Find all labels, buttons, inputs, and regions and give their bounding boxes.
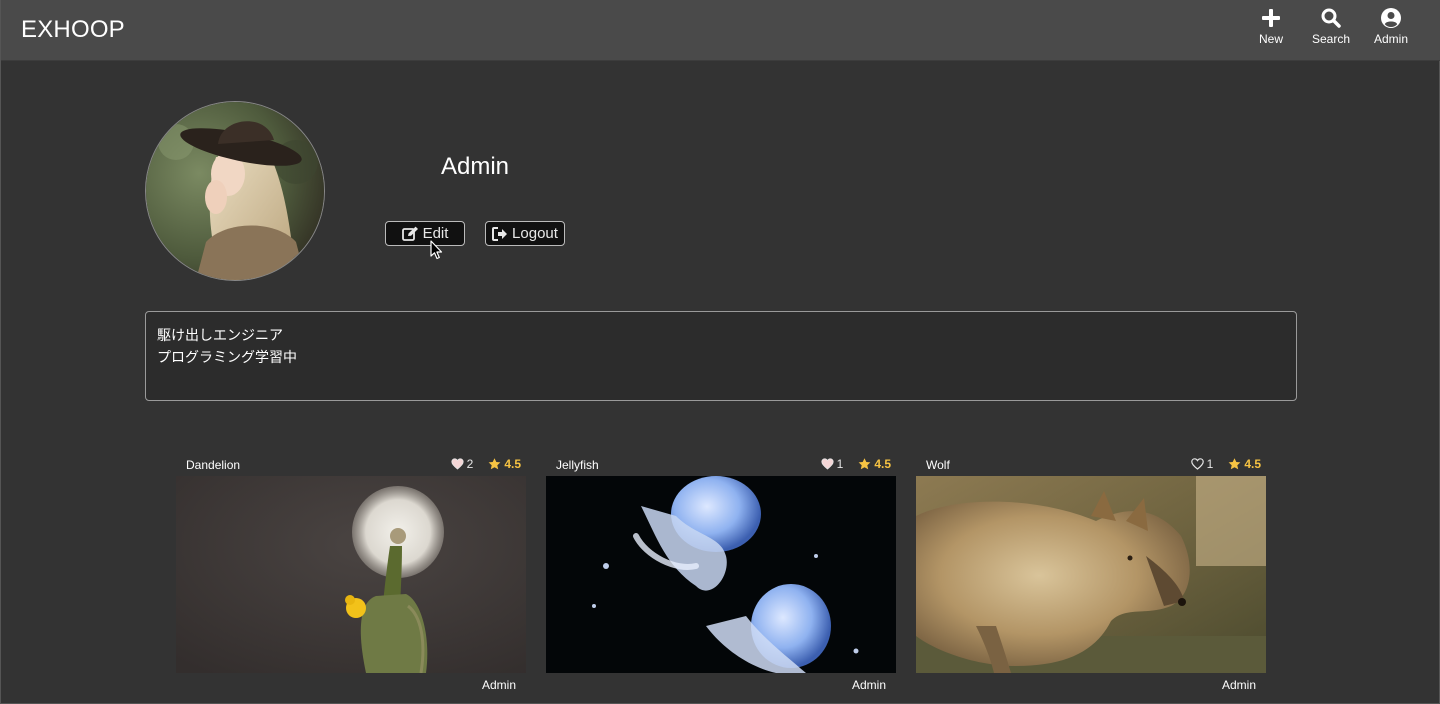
logout-button-label: Logout [512, 225, 558, 242]
post-title[interactable]: Dandelion [186, 458, 240, 472]
post-title[interactable]: Wolf [926, 458, 950, 472]
bio-line: 駆け出しエンジニア [157, 327, 283, 343]
logout-button[interactable]: Logout [485, 221, 565, 246]
plus-icon [1262, 9, 1280, 27]
edit-profile-button[interactable]: Edit [385, 221, 465, 246]
mouse-cursor-icon [430, 240, 443, 260]
nav-new-label: New [1258, 32, 1283, 46]
brand-logo[interactable]: EXHOOP [21, 16, 125, 44]
avatar-image [146, 102, 324, 280]
logout-icon [492, 226, 508, 241]
post-image[interactable] [916, 476, 1266, 673]
search-icon [1321, 8, 1341, 28]
post-stats: 1 4.5 [1190, 457, 1261, 471]
nav-admin-label: Admin [1373, 32, 1408, 46]
nav-new-button[interactable]: New [1253, 8, 1289, 54]
post-card-header: Jellyfish 1 4.5 [546, 452, 896, 476]
post-like-count: 1 [836, 457, 844, 471]
post-card[interactable]: Jellyfish 1 4.5 Admin [546, 452, 896, 696]
profile-bio: 駆け出しエンジニア プログラミング学習中 [145, 311, 1297, 401]
profile-avatar [145, 101, 325, 281]
bio-line: プログラミング学習中 [157, 349, 297, 365]
post-stats: 2 4.5 [451, 457, 521, 471]
heart-icon[interactable] [451, 458, 464, 470]
post-card-header: Dandelion 2 4.5 [176, 452, 526, 476]
user-circle-icon [1381, 8, 1401, 28]
post-author[interactable]: Admin [852, 678, 886, 692]
post-rating: 4.5 [874, 457, 891, 471]
star-icon [488, 458, 501, 470]
app-window: EXHOOP New Search Admin Admin Edit Logou… [0, 0, 1440, 704]
post-image[interactable] [176, 476, 526, 673]
heart-icon[interactable] [1190, 458, 1204, 470]
post-title[interactable]: Jellyfish [556, 458, 599, 472]
nav-search-label: Search [1311, 32, 1351, 46]
post-author[interactable]: Admin [482, 678, 516, 692]
top-navbar: EXHOOP New Search Admin [1, 0, 1440, 61]
post-rating: 4.5 [504, 457, 521, 471]
star-icon [858, 458, 871, 470]
star-icon [1228, 458, 1241, 470]
post-card-header: Wolf 1 4.5 [916, 452, 1266, 476]
profile-username: Admin [441, 153, 510, 180]
post-rating: 4.5 [1244, 457, 1261, 471]
post-stats: 1 4.5 [821, 457, 891, 471]
post-like-count: 1 [1206, 457, 1214, 471]
post-like-count: 2 [466, 457, 474, 471]
post-card[interactable]: Wolf 1 4.5 Admin [916, 452, 1266, 696]
nav-search-button[interactable]: Search [1307, 8, 1355, 54]
post-card[interactable]: Dandelion 2 4.5 Admin [176, 452, 526, 696]
heart-icon[interactable] [821, 458, 834, 470]
post-image[interactable] [546, 476, 896, 673]
post-author[interactable]: Admin [1222, 678, 1256, 692]
nav-admin-button[interactable]: Admin [1370, 8, 1412, 54]
edit-icon [401, 226, 418, 241]
